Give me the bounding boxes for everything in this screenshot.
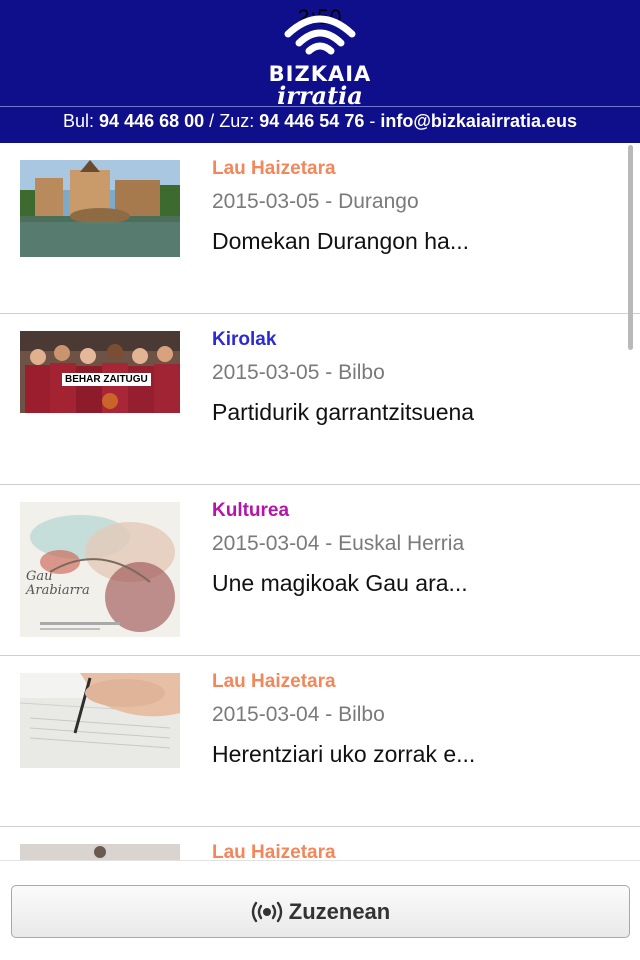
list-scrollbar[interactable]	[628, 145, 633, 350]
news-meta: 2015-03-05 - Bilbo	[212, 361, 385, 384]
bizkaia-irratia-logo[interactable]: BIZKAIA irratia	[245, 8, 395, 110]
list-item[interactable]: BEHAR ZAITUGU Kirolak 2015-03-05 - Bilbo…	[0, 314, 640, 485]
news-category: Lau Haizetara	[212, 158, 336, 179]
list-item[interactable]: Lau Haizetara	[0, 827, 640, 860]
news-meta: 2015-03-05 - Durango	[212, 190, 419, 213]
contact-bar: Bul: 94 446 68 00 / Zuz: 94 446 54 76 - …	[0, 106, 640, 136]
radio-broadcast-icon	[251, 901, 282, 922]
contact-email[interactable]: info@bizkaiairratia.eus	[380, 111, 577, 131]
bul-phone[interactable]: 94 446 68 00	[99, 111, 204, 131]
news-title[interactable]: Herentziari uko zorrak e...	[212, 741, 475, 768]
news-title[interactable]: Une magikoak Gau ara...	[212, 570, 468, 597]
wifi-waves-icon	[284, 15, 356, 55]
news-title[interactable]: Partidurik garrantzitsuena	[212, 399, 474, 426]
live-stream-button[interactable]: Zuzenean	[11, 885, 630, 938]
contact-dash: -	[369, 111, 376, 131]
image-caption: BEHAR ZAITUGU	[62, 373, 151, 386]
news-thumbnail: Gau Arabiarra	[20, 502, 180, 637]
list-item[interactable]: Lau Haizetara 2015-03-04 - Bilbo Herentz…	[0, 656, 640, 827]
news-category: Lau Haizetara	[212, 842, 336, 860]
news-category: Lau Haizetara	[212, 671, 336, 692]
news-meta: 2015-03-04 - Bilbo	[212, 703, 385, 726]
news-category: Kirolak	[212, 329, 277, 350]
news-title[interactable]: Domekan Durangon ha...	[212, 228, 469, 255]
news-thumbnail	[20, 844, 180, 860]
list-item[interactable]: Lau Haizetara 2015-03-05 - Durango Domek…	[0, 143, 640, 314]
bul-label: Bul:	[63, 111, 95, 131]
zuz-phone[interactable]: 94 446 54 76	[259, 111, 364, 131]
image-caption: Gau Arabiarra	[26, 569, 90, 598]
news-category: Kulturea	[212, 500, 290, 521]
news-meta: 2015-03-04 - Euskal Herria	[212, 532, 465, 555]
news-thumbnail: BEHAR ZAITUGU	[20, 331, 180, 413]
footer-bar: Zuzenean	[0, 860, 640, 960]
list-item[interactable]: Gau Arabiarra Kulturea 2015-03-04 - Eusk…	[0, 485, 640, 656]
news-list[interactable]: Lau Haizetara 2015-03-05 - Durango Domek…	[0, 143, 640, 860]
news-thumbnail	[20, 160, 180, 257]
contact-separator: /	[209, 111, 215, 131]
news-thumbnail	[20, 673, 180, 768]
live-button-label: Zuzenean	[288, 898, 391, 924]
zuz-label: Zuz:	[219, 111, 255, 131]
app-header: 2:50 BIZKAIA irratia Bul: 94 446 68 00 /…	[0, 0, 640, 143]
